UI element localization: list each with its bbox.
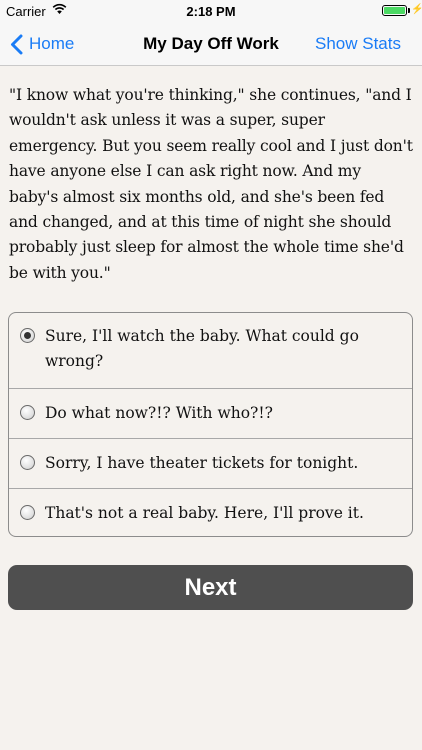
status-bar: Carrier 2:18 PM ⚡	[0, 0, 422, 22]
choice-label: Sorry, I have theater tickets for tonigh…	[45, 454, 359, 472]
next-button[interactable]: Next	[8, 565, 413, 610]
clock: 2:18 PM	[186, 4, 236, 19]
battery-icon	[382, 5, 407, 16]
battery-fill	[384, 7, 405, 14]
back-button-label: Home	[29, 34, 75, 53]
choice-list: Sure, I'll watch the baby. What could go…	[8, 312, 413, 537]
radio-icon[interactable]	[20, 405, 35, 420]
radio-icon[interactable]	[20, 455, 35, 470]
choice-label: Do what now?!? With who?!?	[45, 404, 273, 422]
back-button[interactable]: Home	[10, 31, 74, 57]
charging-bolt-icon: ⚡	[411, 4, 422, 15]
battery-tip	[408, 8, 410, 13]
choice-label: That's not a real baby. Here, I'll prove…	[45, 504, 364, 522]
choice-item[interactable]: That's not a real baby. Here, I'll prove…	[9, 489, 412, 536]
radio-selected-icon[interactable]	[20, 328, 35, 343]
choice-item[interactable]: Do what now?!? With who?!?	[9, 389, 412, 439]
choice-item[interactable]: Sure, I'll watch the baby. What could go…	[9, 313, 412, 389]
chevron-left-icon	[11, 34, 23, 54]
choice-item[interactable]: Sorry, I have theater tickets for tonigh…	[9, 439, 412, 489]
show-stats-button[interactable]: Show Stats	[315, 34, 401, 54]
choice-label: Sure, I'll watch the baby. What could go…	[45, 327, 359, 370]
story-text: "I know what you're thinking," she conti…	[9, 86, 413, 282]
navigation-bar: Home My Day Off Work Show Stats	[0, 22, 422, 66]
radio-icon[interactable]	[20, 505, 35, 520]
